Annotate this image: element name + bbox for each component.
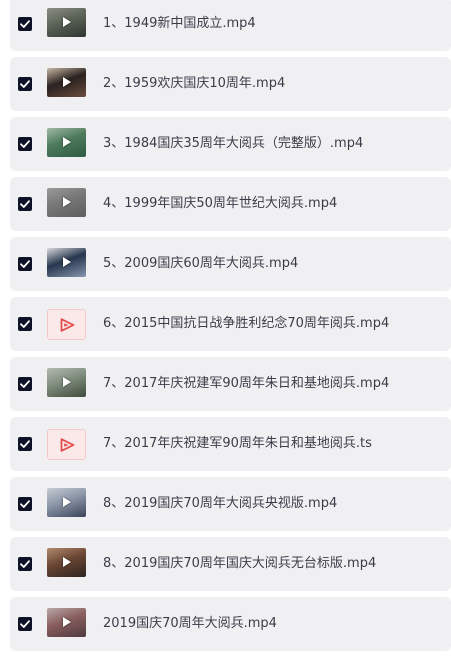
file-row[interactable]: 5、2009国庆60周年大阅兵.mp4 — [10, 237, 451, 291]
checkbox[interactable] — [18, 437, 32, 451]
file-name: 8、2019国庆70周年大阅兵央视版.mp4 — [103, 496, 338, 511]
file-row[interactable]: 8、2019国庆70周年国庆大阅兵无台标版.mp4 — [10, 537, 451, 591]
file-name: 4、1999年国庆50周年世纪大阅兵.mp4 — [103, 196, 338, 211]
checkbox[interactable] — [18, 617, 32, 631]
checkbox[interactable] — [18, 317, 32, 331]
checkbox[interactable] — [18, 257, 32, 271]
play-icon — [63, 137, 71, 147]
file-name: 2、1959欢庆国庆10周年.mp4 — [103, 76, 286, 91]
play-icon — [63, 617, 71, 627]
file-name: 8、2019国庆70周年国庆大阅兵无台标版.mp4 — [103, 556, 377, 571]
file-name: 3、1984国庆35周年大阅兵（完整版）.mp4 — [103, 136, 364, 151]
play-icon — [63, 77, 71, 87]
file-row[interactable]: 2、1959欢庆国庆10周年.mp4 — [10, 57, 451, 111]
checkbox[interactable] — [18, 77, 32, 91]
video-thumbnail-icon — [47, 248, 86, 277]
play-icon — [63, 257, 71, 267]
file-row[interactable]: 6、2015中国抗日战争胜利纪念70周年阅兵.mp4 — [10, 297, 451, 351]
file-name: 1、1949新中国成立.mp4 — [103, 16, 256, 31]
file-row[interactable]: 3、1984国庆35周年大阅兵（完整版）.mp4 — [10, 117, 451, 171]
file-row[interactable]: 4、1999年国庆50周年世纪大阅兵.mp4 — [10, 177, 451, 231]
checkbox[interactable] — [18, 137, 32, 151]
file-row[interactable]: 1、1949新中国成立.mp4 — [10, 0, 451, 51]
file-list: 1、1949新中国成立.mp4 2、1959欢庆国庆10周年.mp4 3、198… — [0, 0, 451, 665]
video-thumbnail-icon — [47, 68, 86, 97]
checkbox[interactable] — [18, 377, 32, 391]
video-thumbnail-icon — [47, 188, 86, 217]
file-name: 6、2015中国抗日战争胜利纪念70周年阅兵.mp4 — [103, 316, 390, 331]
play-icon — [63, 557, 71, 567]
file-name: 7、2017年庆祝建军90周年朱日和基地阅兵.ts — [103, 436, 372, 451]
video-thumbnail-icon — [47, 488, 86, 517]
play-icon — [63, 377, 71, 387]
play-icon — [63, 197, 71, 207]
video-file-icon — [47, 429, 86, 460]
file-row[interactable]: 8、2019国庆70周年大阅兵央视版.mp4 — [10, 477, 451, 531]
checkbox[interactable] — [18, 497, 32, 511]
checkbox[interactable] — [18, 17, 32, 31]
file-row[interactable]: 7、2017年庆祝建军90周年朱日和基地阅兵.ts — [10, 417, 451, 471]
checkbox[interactable] — [18, 197, 32, 211]
file-row[interactable]: 7、2017年庆祝建军90周年朱日和基地阅兵.mp4 — [10, 357, 451, 411]
file-name: 2019国庆70周年大阅兵.mp4 — [103, 616, 277, 631]
checkbox[interactable] — [18, 557, 32, 571]
file-row[interactable]: 2019国庆70周年大阅兵.mp4 — [10, 597, 451, 651]
video-thumbnail-icon — [47, 368, 86, 397]
video-thumbnail-icon — [47, 548, 86, 577]
video-thumbnail-icon — [47, 608, 86, 637]
play-icon — [63, 497, 71, 507]
video-thumbnail-icon — [47, 128, 86, 157]
file-name: 5、2009国庆60周年大阅兵.mp4 — [103, 256, 299, 271]
video-thumbnail-icon — [47, 8, 86, 37]
video-file-icon — [47, 309, 86, 340]
file-name: 7、2017年庆祝建军90周年朱日和基地阅兵.mp4 — [103, 376, 390, 391]
play-icon — [63, 17, 71, 27]
